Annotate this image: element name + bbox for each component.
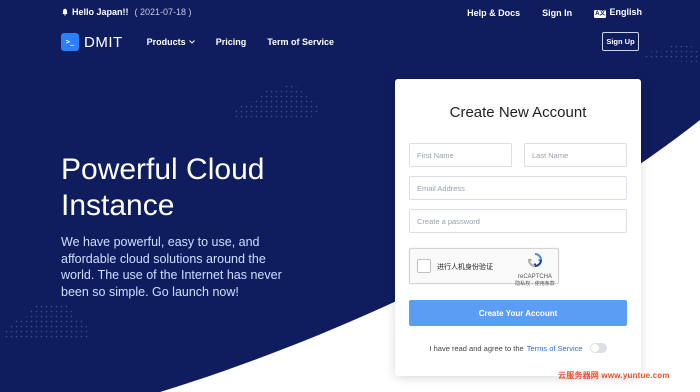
language-label: English <box>609 7 642 17</box>
bell-icon <box>62 8 68 16</box>
sign-up-button[interactable]: Sign Up <box>602 32 639 51</box>
greeting: Hello Japan!! ( 2021-07-18 ) <box>61 7 192 17</box>
recaptcha-label: 进行人机身份验证 <box>437 264 493 271</box>
nav-products[interactable]: Products <box>147 37 195 47</box>
nav-links: Products Pricing Term of Service <box>147 37 334 47</box>
recaptcha-icon <box>527 253 543 268</box>
password-field[interactable]: Create a password <box>409 209 627 233</box>
terminal-icon: >_ <box>61 33 79 51</box>
hero-title-line-2: Instance <box>61 189 175 222</box>
hero-title: Powerful Cloud Instance <box>61 152 321 224</box>
first-name-field[interactable]: First Name <box>409 143 512 167</box>
recaptcha-logo: reCAPTCHA 隐私权 - 使用条款 <box>515 252 555 287</box>
last-name-field[interactable]: Last Name <box>524 143 627 167</box>
greeting-text: Hello Japan!! <box>72 7 129 17</box>
recaptcha-widget: 进行人机身份验证 reCAPTCHA 隐私权 - 使用条款 <box>409 248 559 287</box>
hero-title-line-1: Powerful Cloud <box>61 153 265 186</box>
nav-terms[interactable]: Term of Service <box>267 37 334 47</box>
terms-link[interactable]: Terms of Service <box>527 344 583 353</box>
main-nav: >_ DMIT Products Pricing Term of Service <box>61 32 334 52</box>
sign-in-link[interactable]: Sign In <box>542 8 572 18</box>
logo[interactable]: >_ DMIT <box>61 33 123 51</box>
recaptcha-links[interactable]: 隐私权 - 使用条款 <box>515 280 555 287</box>
form-title: Create New Account <box>449 104 587 121</box>
nav-products-label: Products <box>146 37 186 47</box>
recaptcha-checkbox[interactable] <box>417 259 431 273</box>
signup-card: Create New Account First Name Last Name … <box>395 79 641 376</box>
agree-text: I have read and agree to the <box>429 343 524 353</box>
email-field[interactable]: Email Address <box>409 176 627 200</box>
top-bar: Hello Japan!! ( 2021-07-18 ) Help & Docs… <box>0 0 700 24</box>
language-icon: A文 <box>594 10 607 18</box>
agree-toggle[interactable] <box>589 343 607 353</box>
help-docs-link[interactable]: Help & Docs <box>467 8 520 18</box>
toggle-knob <box>590 344 599 352</box>
create-account-button[interactable]: Create Your Account <box>409 300 627 326</box>
brand-name: DMIT <box>84 33 123 51</box>
chevron-down-icon <box>188 40 195 44</box>
greeting-date: ( 2021-07-18 ) <box>134 7 192 17</box>
language-selector[interactable]: A文 English <box>594 7 642 18</box>
top-bar-links: Help & Docs Sign In A文 English <box>467 7 642 18</box>
watermark: 云服务器网 www.yuntue.com <box>558 371 670 380</box>
nav-pricing[interactable]: Pricing <box>216 37 247 47</box>
terms-agreement: I have read and agree to the Terms of Se… <box>395 343 641 353</box>
hero-description: We have powerful, easy to use, and affor… <box>61 235 282 299</box>
